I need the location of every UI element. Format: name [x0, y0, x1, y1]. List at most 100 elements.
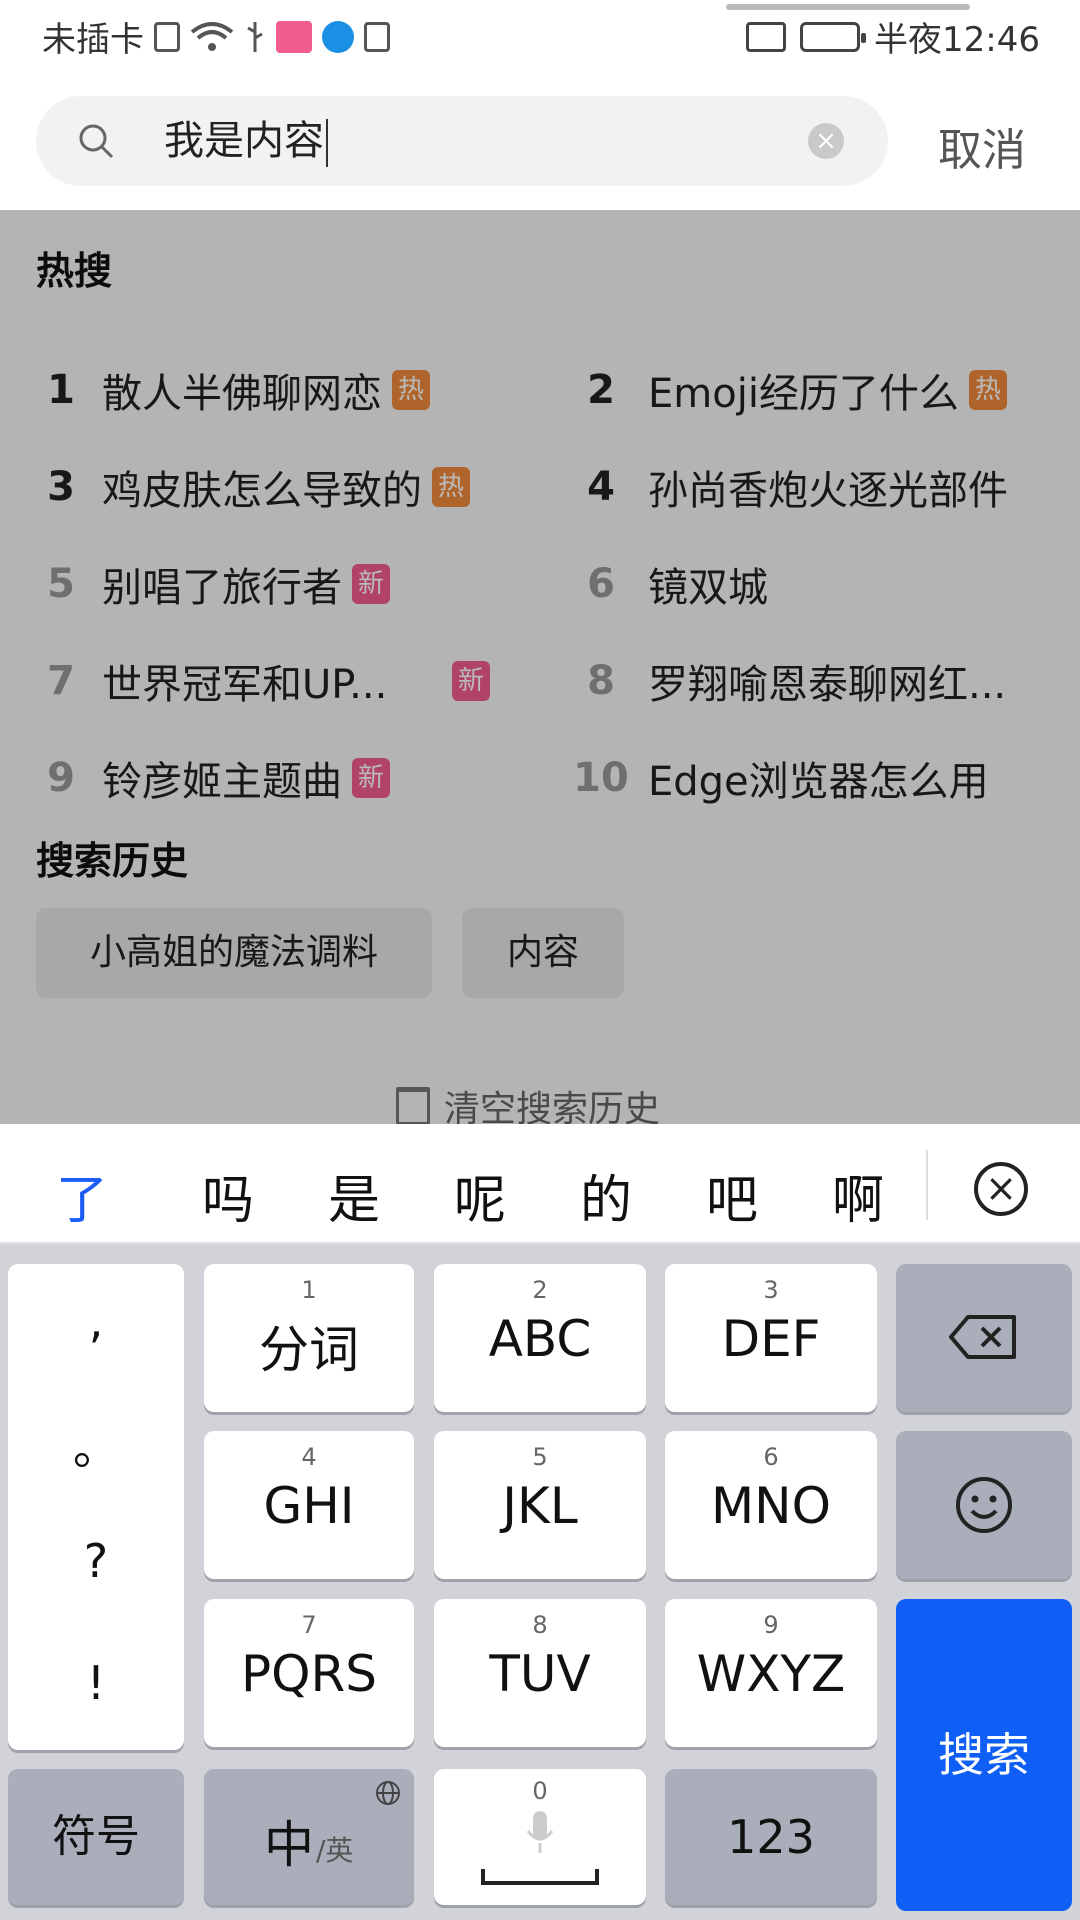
status-indicator-line [726, 4, 970, 10]
key-9[interactable]: 9 WXYZ [665, 1599, 877, 1747]
key-number: 8 [532, 1611, 548, 1639]
key-label: DEF [721, 1310, 821, 1368]
key-number: 0 [532, 1777, 548, 1805]
key-number: 4 [301, 1443, 317, 1471]
hot-item-6[interactable]: 6 镜双城 [566, 554, 768, 614]
hot-text: 孙尚香炮火逐光部件 [648, 468, 1008, 514]
search-header: 我是内容 × 取消 [0, 76, 1080, 210]
status-bar: 未插卡 半夜12:46 [0, 0, 1080, 76]
hot-text: Emoji经历了什么 [648, 371, 959, 417]
hot-item-3[interactable]: 3 鸡皮肤怎么导致的 热 [26, 457, 471, 517]
key-4[interactable]: 4 GHI [204, 1431, 414, 1579]
mic-icon [526, 1811, 554, 1853]
carrier-text: 未插卡 [42, 20, 144, 60]
lang-main-label: 中 [264, 1816, 314, 1874]
search-key[interactable]: 搜索 [896, 1599, 1072, 1911]
space-bar-icon [481, 1869, 599, 1885]
space-key[interactable]: 0 [434, 1769, 646, 1905]
hot-text: 鸡皮肤怎么导致的 [102, 468, 422, 514]
punct-key[interactable]: ? [8, 1534, 184, 1588]
hot-item-10[interactable]: 10 Edge浏览器怎么用 [566, 748, 989, 808]
punct-key[interactable]: , [8, 1294, 184, 1348]
hot-badge: 热 [392, 370, 431, 410]
key-7[interactable]: 7 PQRS [204, 1599, 414, 1747]
language-switch-key[interactable]: 中 /英 [204, 1769, 414, 1905]
backspace-key[interactable] [896, 1264, 1072, 1412]
cancel-button[interactable]: 取消 [938, 114, 1026, 178]
clock-text: 半夜12:46 [874, 20, 1040, 60]
hot-text: Edge浏览器怎么用 [648, 759, 989, 805]
wifi-icon [190, 21, 234, 51]
bilibili-icon [276, 20, 312, 53]
hot-text: 世界冠军和UP... [102, 662, 388, 708]
candidate-item[interactable]: 的 [580, 1158, 632, 1233]
hot-rank: 4 [587, 464, 615, 510]
candidate-item[interactable]: 吗 [202, 1158, 254, 1233]
hot-item-9[interactable]: 9 铃彦姬主题曲 新 [26, 748, 391, 808]
hot-item-8[interactable]: 8 罗翔喻恩泰聊网红... [566, 651, 1006, 711]
clear-history-button[interactable]: 清空搜索历史 [396, 1080, 660, 1124]
key-3[interactable]: 3 DEF [665, 1264, 877, 1412]
numbers-key[interactable]: 123 [665, 1769, 877, 1905]
hot-rank: 3 [47, 464, 75, 510]
hot-rank: 6 [587, 561, 615, 607]
key-6[interactable]: 6 MNO [665, 1431, 877, 1579]
key-label: GHI [263, 1477, 355, 1535]
punct-key[interactable]: 。 [8, 1412, 184, 1478]
candidate-item[interactable]: 了 [56, 1158, 108, 1233]
key-label: JKL [502, 1477, 578, 1535]
hot-item-5[interactable]: 5 别唱了旅行者 新 [26, 554, 391, 614]
history-chip[interactable]: 内容 [462, 908, 624, 998]
key-2[interactable]: 2 ABC [434, 1264, 646, 1412]
search-input[interactable]: 我是内容 × [36, 96, 888, 186]
key-number: 5 [532, 1443, 548, 1471]
clear-history-label: 清空搜索历史 [444, 1089, 661, 1124]
search-icon [79, 124, 114, 159]
status-right: 半夜12:46 [746, 12, 1040, 61]
emoji-key[interactable] [896, 1431, 1072, 1579]
symbol-key[interactable]: 符号 [8, 1769, 184, 1905]
hot-text: 罗翔喻恩泰聊网红... [648, 662, 1007, 708]
edge-icon [322, 20, 354, 53]
hot-text: 铃彦姬主题曲 [102, 759, 342, 805]
punctuation-column[interactable]: , 。 ? ! [8, 1264, 184, 1750]
candidate-divider [926, 1150, 928, 1220]
search-history-title: 搜索历史 [36, 839, 189, 883]
punct-key[interactable]: ! [8, 1656, 184, 1710]
key-label: PQRS [241, 1645, 377, 1703]
hot-item-1[interactable]: 1 散人半佛聊网恋 热 [26, 360, 431, 420]
hot-rank: 1 [47, 367, 75, 413]
hot-search-title: 热搜 [36, 249, 113, 293]
key-1[interactable]: 1 分词 [204, 1264, 414, 1412]
hot-item-2[interactable]: 2 Emoji经历了什么 热 [566, 360, 1007, 420]
hot-text: 别唱了旅行者 [102, 565, 342, 611]
hot-rank: 2 [587, 367, 615, 413]
candidate-item[interactable]: 吧 [706, 1158, 758, 1233]
key-number: 3 [763, 1276, 779, 1304]
battery-icon [800, 21, 867, 52]
history-chip[interactable]: 小高姐的魔法调料 [36, 908, 432, 998]
candidate-item[interactable]: 呢 [454, 1158, 506, 1233]
key-5[interactable]: 5 JKL [434, 1431, 646, 1579]
search-query-text: 我是内容 [164, 118, 324, 164]
key-label: MNO [711, 1477, 831, 1535]
hot-item-7[interactable]: 7 世界冠军和UP... 新 [26, 651, 506, 711]
close-keyboard-icon[interactable]: × [974, 1162, 1028, 1216]
key-label: WXYZ [696, 1645, 846, 1703]
t9-keyboard: , 。 ? ! 1 分词 2 ABC 3 DEF 4 GHI 5 JKL 6 M… [0, 1244, 1080, 1920]
key-label: TUV [489, 1645, 591, 1703]
usb-icon [247, 21, 263, 52]
clear-icon[interactable]: × [808, 123, 844, 159]
sim-alert-icon [154, 21, 180, 52]
cast-icon [746, 21, 787, 52]
new-badge: 新 [352, 758, 391, 798]
key-number: 7 [301, 1611, 317, 1639]
candidate-item[interactable]: 是 [328, 1158, 380, 1233]
status-left: 未插卡 [42, 12, 390, 61]
upload-icon [364, 21, 390, 52]
candidate-item[interactable]: 啊 [832, 1158, 884, 1233]
key-8[interactable]: 8 TUV [434, 1599, 646, 1747]
text-caret [326, 119, 328, 167]
search-query[interactable]: 我是内容 [164, 114, 328, 168]
hot-item-4[interactable]: 4 孙尚香炮火逐光部件 [566, 457, 1008, 517]
